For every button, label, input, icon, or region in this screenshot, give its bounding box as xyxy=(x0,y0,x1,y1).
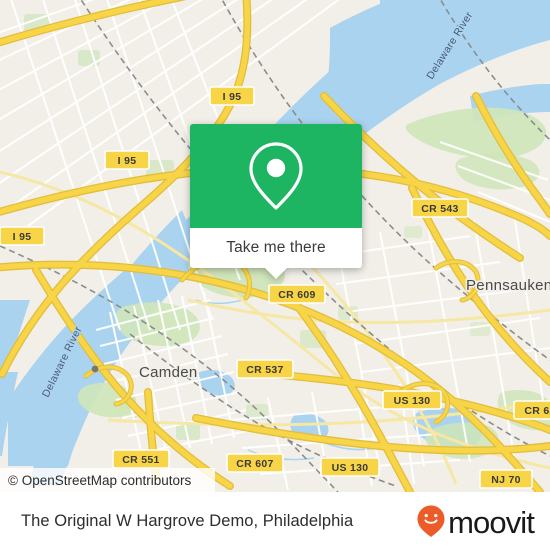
road-shield: I 95 xyxy=(209,86,255,106)
map-attribution[interactable]: © OpenStreetMap contributors xyxy=(0,468,215,492)
location-pin-icon xyxy=(249,142,303,210)
camden-city-dot xyxy=(91,365,99,373)
attribution-text: © OpenStreetMap contributors xyxy=(8,472,192,488)
svg-text:CR 607: CR 607 xyxy=(236,458,273,470)
svg-text:CR 551: CR 551 xyxy=(122,454,159,466)
svg-text:CR 63: CR 63 xyxy=(524,405,550,417)
moovit-smiley-pin-icon xyxy=(417,505,445,537)
road-shield: CR 537 xyxy=(236,359,294,379)
road-shield: I 95 xyxy=(104,150,150,170)
svg-text:CR 537: CR 537 xyxy=(246,364,283,376)
destination-popup[interactable]: Take me there xyxy=(190,124,362,279)
svg-text:US 130: US 130 xyxy=(332,462,369,474)
place-label-pennsauken: Pennsauken xyxy=(466,277,550,294)
road-shield: CR 609 xyxy=(268,284,326,304)
footer-bar: The Original W Hargrove Demo, Philadelph… xyxy=(0,492,550,550)
svg-text:I 95: I 95 xyxy=(13,231,32,243)
map-screenshot: Camden Pennsauken Delaware River Delawar… xyxy=(0,0,550,550)
place-label-camden: Camden xyxy=(139,364,198,381)
popup-pin-panel xyxy=(190,124,362,228)
road-shield: CR 551 xyxy=(112,449,170,469)
popup-pointer xyxy=(265,268,287,279)
road-shield: US 130 xyxy=(320,457,380,477)
svg-text:I 95: I 95 xyxy=(118,155,137,167)
road-shield: US 130 xyxy=(382,390,442,410)
svg-text:CR 543: CR 543 xyxy=(421,203,458,215)
road-shield: I 95 xyxy=(0,226,45,246)
road-shield: CR 607 xyxy=(226,453,284,473)
svg-text:NJ 70: NJ 70 xyxy=(491,474,521,486)
take-me-there-label: Take me there xyxy=(226,239,326,256)
location-title: The Original W Hargrove Demo, Philadelph… xyxy=(21,511,354,530)
moovit-logo[interactable]: moovit xyxy=(416,504,535,540)
svg-text:I 95: I 95 xyxy=(223,91,242,103)
road-shield: CR 63 xyxy=(513,400,550,420)
road-shield: NJ 70 xyxy=(479,469,533,489)
moovit-wordmark: moovit xyxy=(448,504,535,540)
take-me-there-button[interactable]: Take me there xyxy=(190,228,362,279)
svg-text:CR 609: CR 609 xyxy=(278,289,315,301)
svg-text:US 130: US 130 xyxy=(394,395,431,407)
road-shield: CR 543 xyxy=(411,198,469,218)
